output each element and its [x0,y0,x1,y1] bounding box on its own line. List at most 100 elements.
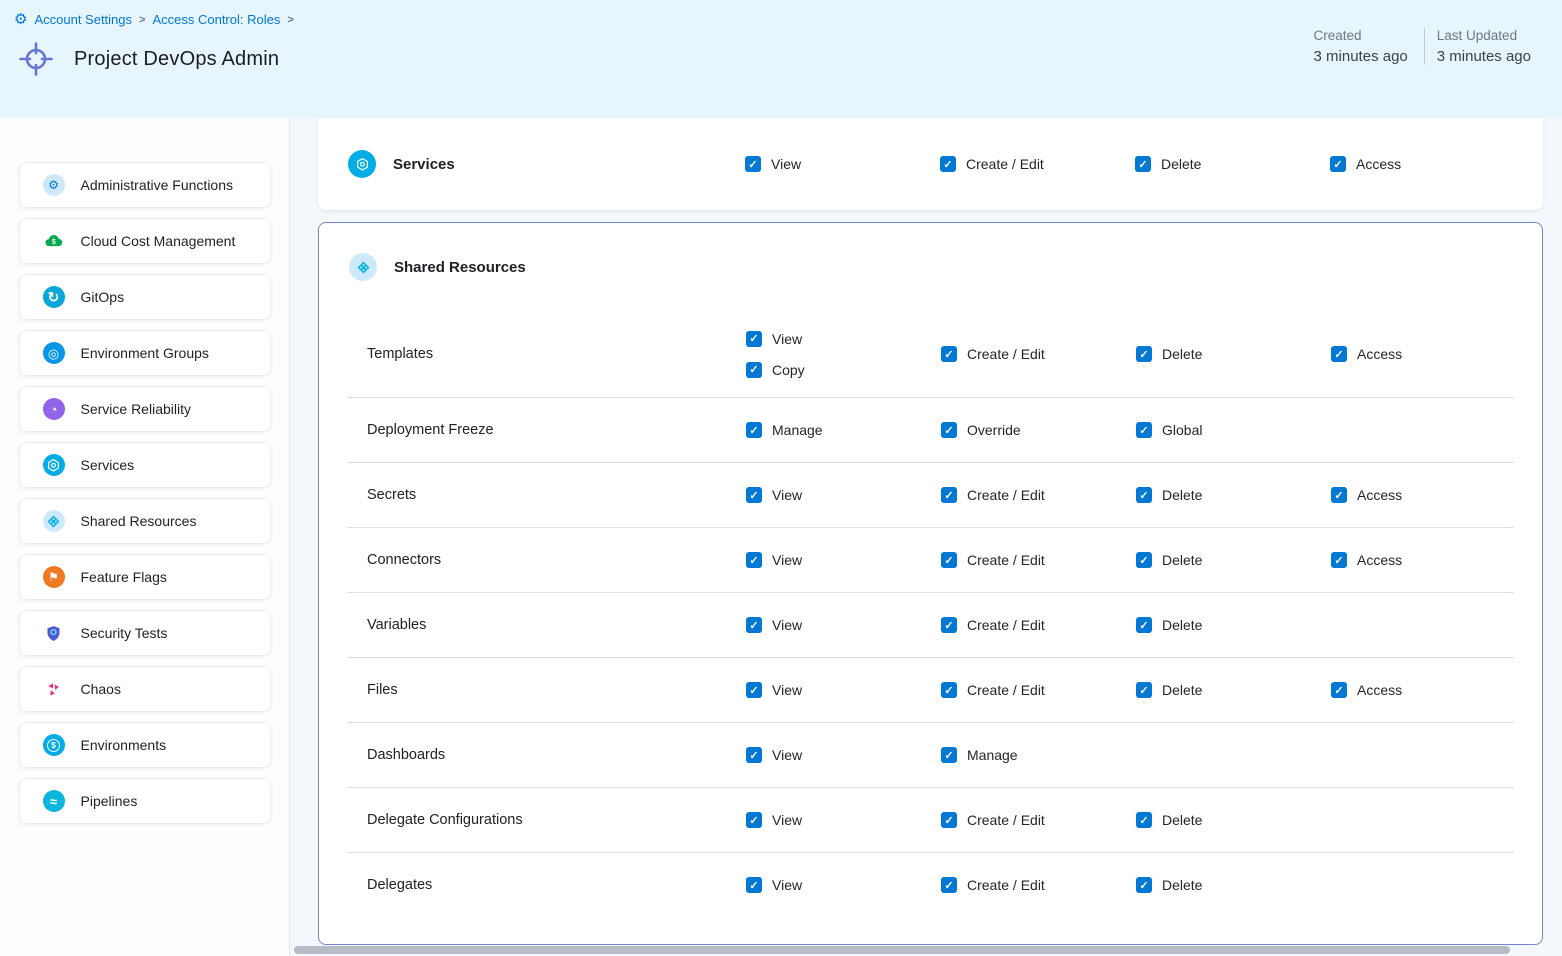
chaos-icon [43,678,65,700]
permission-checkbox-checked[interactable]: ✓ [1136,812,1152,828]
permission-checkbox-checked[interactable]: ✓ [1331,682,1347,698]
permission-label: View [772,487,802,503]
sidebar-item-service-reliability[interactable]: ◔ Service Reliability [19,386,271,432]
permission-cell: ✓ Create / Edit [941,617,1136,633]
settings-gear-icon: ⚙ [14,12,27,27]
permission-cell: ✓Delete [1136,617,1331,633]
permission-checkbox-checked[interactable]: ✓ [1136,877,1152,893]
permission-cell: ✓Manage [746,422,941,438]
permission-checkbox-checked[interactable]: ✓ [746,362,762,378]
permission-item: ✓ Copy [746,362,941,378]
breadcrumb-separator-icon: > [139,14,145,26]
permission-checkbox-checked[interactable]: ✓ [1136,422,1152,438]
admin-functions-icon: ⚙ [43,174,65,196]
permission-checkbox-checked[interactable]: ✓ [746,747,762,763]
sidebar-item-services[interactable]: Services [19,442,271,488]
permission-label: Delete [1162,552,1202,568]
permission-checkbox-checked[interactable]: ✓ [941,812,957,828]
sidebar-item-security-tests[interactable]: Security Tests [19,610,271,656]
permission-checkbox-checked[interactable]: ✓ [940,156,956,172]
feature-flags-icon: ⚑ [43,566,65,588]
permission-checkbox-checked[interactable]: ✓ [1135,156,1151,172]
sidebar-item-pipelines[interactable]: ≈Pipelines [19,778,271,824]
permission-checkbox-checked[interactable]: ✓ [746,552,762,568]
sidebar-item-label: Feature Flags [81,569,167,585]
permission-cell: ✓Access [1331,346,1542,362]
permission-checkbox-checked[interactable]: ✓ [941,422,957,438]
permission-checkbox-checked[interactable]: ✓ [941,617,957,633]
permission-label: Create / Edit [967,617,1045,633]
svg-text:$: $ [51,238,55,246]
permission-checkbox-checked[interactable]: ✓ [1331,487,1347,503]
permission-row-dashboards: Dashboards✓View✓Manage [319,723,1542,787]
resource-label: Delegates [367,877,746,893]
permission-item: ✓ Delete [1136,552,1331,568]
sidebar-item-chaos[interactable]: Chaos [19,666,271,712]
permission-checkbox-checked[interactable]: ✓ [746,682,762,698]
permission-checkbox-checked[interactable]: ✓ [745,156,761,172]
permission-checkbox-checked[interactable]: ✓ [746,877,762,893]
service-reliability-icon: ◔ [43,398,65,420]
permission-checkbox-checked[interactable]: ✓ [941,747,957,763]
sidebar-item-cloud-cost-management[interactable]: $ Cloud Cost Management [19,218,271,264]
horizontal-scrollbar-thumb[interactable] [294,946,1510,954]
permission-label: Copy [772,362,805,378]
permission-checkbox-checked[interactable]: ✓ [1136,552,1152,568]
breadcrumb-link-access-control-roles[interactable]: Access Control: Roles [152,12,280,27]
sidebar-item-shared-resources[interactable]: Shared Resources [19,498,271,544]
sidebar-item-feature-flags[interactable]: ⚑ Feature Flags [19,554,271,600]
resource-label: Deployment Freeze [367,422,746,438]
page-header: ⚙ Account Settings > Access Control: Rol… [0,0,1562,118]
permission-checkbox-checked[interactable]: ✓ [941,682,957,698]
permission-cell: ✓View [745,156,940,172]
breadcrumb-link-account-settings[interactable]: Account Settings [34,12,132,27]
permission-checkbox-checked[interactable]: ✓ [941,487,957,503]
permission-label: Access [1357,682,1402,698]
sidebar-item-gitops[interactable]: ↻GitOps [19,274,271,320]
sidebar-item-environments[interactable]: $Environments [19,722,271,768]
permission-checkbox-checked[interactable]: ✓ [746,617,762,633]
permission-cell: ✓Access [1331,552,1542,568]
sidebar-item-label: Environment Groups [81,345,209,361]
permission-checkbox-checked[interactable]: ✓ [1136,617,1152,633]
page-title: Project DevOps Admin [74,48,279,71]
permission-checkbox-checked[interactable]: ✓ [746,812,762,828]
sidebar-item-environment-groups[interactable]: ◎Environment Groups [19,330,271,376]
sidebar-item-administrative-functions[interactable]: ⚙Administrative Functions [19,162,271,208]
permission-cell: ✓Delete [1136,682,1331,698]
permission-checkbox-checked[interactable]: ✓ [746,487,762,503]
permission-label: Create / Edit [967,877,1045,893]
permission-row-delegates: Delegates✓View✓Create / Edit✓Delete [319,853,1542,917]
permission-checkbox-checked[interactable]: ✓ [1136,682,1152,698]
permission-item: ✓ Create / Edit [941,617,1136,633]
permission-item: ✓View [746,331,941,347]
permission-item: ✓View [746,812,941,828]
permission-item: ✓Override [941,422,1136,438]
shared-resources-permission-card: Shared Resources Templates✓View✓Copy✓Cre… [318,222,1543,945]
permission-checkbox-checked[interactable]: ✓ [746,331,762,347]
permission-checkbox-checked[interactable]: ✓ [746,422,762,438]
shared-resources-icon [43,510,65,532]
permission-item: ✓View [746,617,941,633]
permission-label: Manage [967,747,1018,763]
permission-item: ✓ Manage [941,747,1136,763]
sidebar-item-label: Service Reliability [81,401,191,417]
permission-cell: ✓View✓Copy [746,331,941,378]
permission-label: Access [1357,487,1402,503]
permission-checkbox-checked[interactable]: ✓ [1331,346,1347,362]
permission-cell: ✓ Access [1331,682,1542,698]
permission-checkbox-checked[interactable]: ✓ [1136,346,1152,362]
shared-resources-section-head: Shared Resources [319,223,1542,311]
permission-checkbox-checked[interactable]: ✓ [1330,156,1346,172]
permission-checkbox-checked[interactable]: ✓ [1136,487,1152,503]
permission-checkbox-checked[interactable]: ✓ [941,877,957,893]
permission-label: View [772,552,802,568]
sidebar-item-label: Cloud Cost Management [81,233,236,249]
permission-label: Delete [1162,812,1202,828]
permission-checkbox-checked[interactable]: ✓ [1331,552,1347,568]
permission-item: ✓ View [746,487,941,503]
permission-checkbox-checked[interactable]: ✓ [941,552,957,568]
permission-label: Create / Edit [967,346,1045,362]
permission-label: Delete [1161,156,1201,172]
permission-checkbox-checked[interactable]: ✓ [941,346,957,362]
